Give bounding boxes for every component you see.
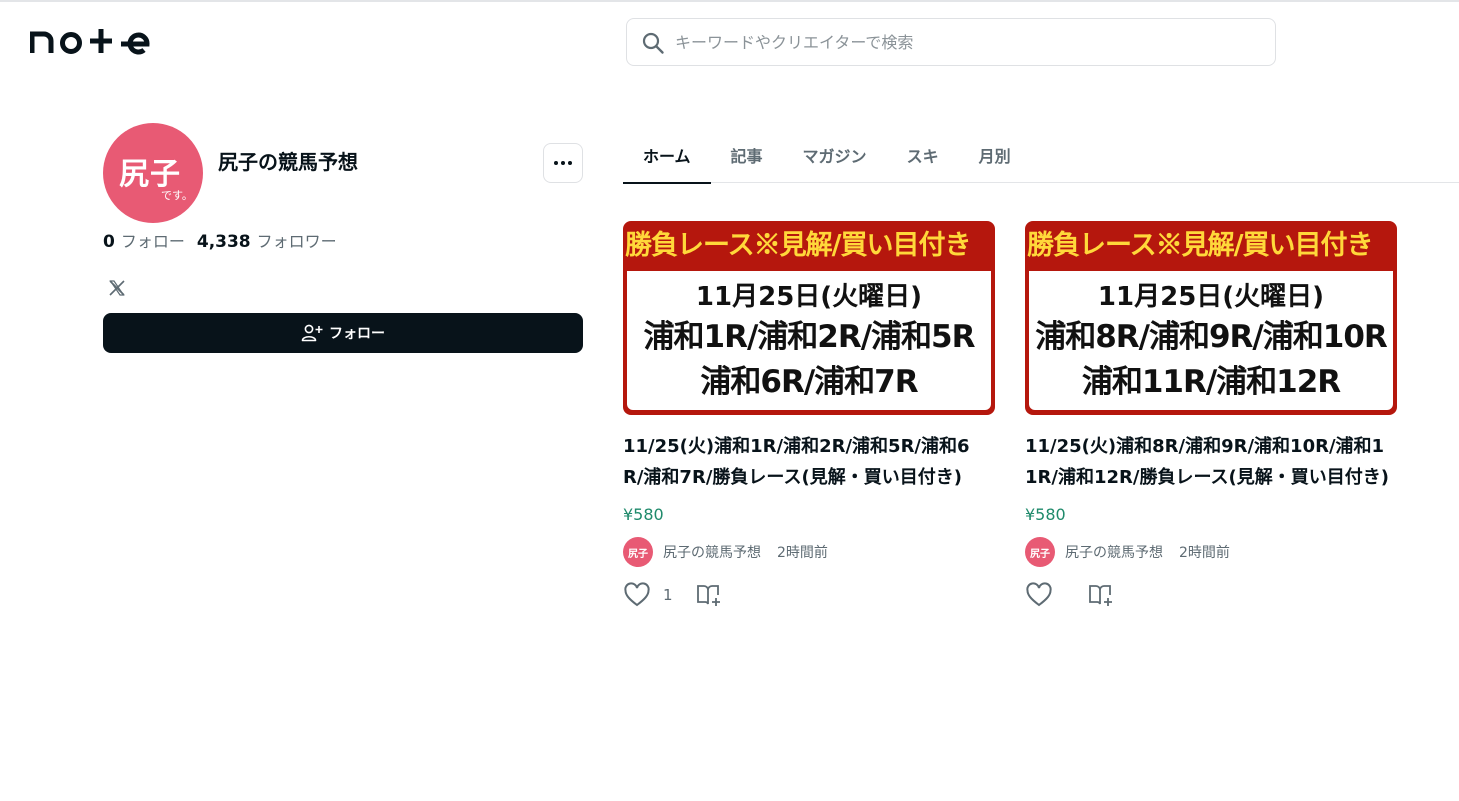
thumbnail-races-1: 浦和1R/浦和2R/浦和5R [643, 319, 976, 355]
author-name[interactable]: 尻子の競馬予想 [1065, 542, 1163, 562]
article-actions: 1 [623, 580, 995, 610]
creator-name: 尻子の競馬予想 [218, 150, 358, 174]
publish-time: 2時間前 [1179, 545, 1230, 561]
like-button[interactable]: 1 [623, 582, 673, 608]
tab-articles[interactable]: 記事 [711, 128, 783, 183]
following-count[interactable]: 0 [103, 232, 115, 252]
more-dot [568, 161, 572, 165]
article-thumbnail[interactable]: 勝負レース※見解/買い目付き 11月25日(火曜日) 浦和8R/浦和9R/浦和1… [1025, 221, 1397, 415]
article-meta: 尻子 尻子の競馬予想 2時間前 [623, 536, 995, 568]
author-avatar[interactable]: 尻子 [623, 537, 653, 567]
thumbnail-date: 11月25日(火曜日) [695, 282, 923, 312]
magazine-add-icon [696, 585, 720, 606]
more-options-button[interactable] [543, 143, 583, 183]
search-input[interactable] [675, 19, 1265, 65]
note-logo-icon [30, 29, 150, 55]
x-icon[interactable] [107, 278, 129, 300]
article-title[interactable]: 11/25(火)浦和8R/浦和9R/浦和10R/浦和11R/浦和12R/勝負レー… [1025, 431, 1391, 493]
thumbnail-races-2: 浦和6R/浦和7R [700, 364, 918, 400]
publish-time: 2時間前 [777, 545, 828, 561]
avatar-sub-text: です。 [161, 189, 193, 202]
thumbnail-banner: 勝負レース※見解/買い目付き [1027, 230, 1374, 261]
author-name[interactable]: 尻子の競馬予想 [663, 542, 761, 562]
article-actions [1025, 580, 1397, 610]
follow-counts: 0 フォロー 4,338 フォロワー [103, 228, 337, 252]
article-price: ¥580 [1025, 505, 1066, 524]
follow-button[interactable]: フォロー [103, 313, 583, 353]
add-to-magazine-button[interactable] [695, 582, 723, 608]
following-label[interactable]: フォロー [121, 228, 185, 252]
tab-likes[interactable]: スキ [887, 128, 959, 183]
like-count: 1 [663, 586, 673, 604]
search-icon [642, 32, 664, 54]
profile-tabs: ホーム 記事 マガジン スキ 月別 [623, 128, 1459, 184]
tab-monthly[interactable]: 月別 [959, 128, 1031, 183]
more-dot [561, 161, 565, 165]
thumbnail-body: 11月25日(火曜日) 浦和8R/浦和9R/浦和10R 浦和11R/浦和12R [1029, 271, 1393, 410]
follower-count[interactable]: 4,338 [197, 232, 251, 252]
article-thumbnail[interactable]: 勝負レース※見解/買い目付き 11月25日(火曜日) 浦和1R/浦和2R/浦和5… [623, 221, 995, 415]
heart-icon [1026, 582, 1052, 607]
add-user-icon [301, 324, 323, 342]
article-meta: 尻子 尻子の競馬予想 2時間前 [1025, 536, 1397, 568]
article-title[interactable]: 11/25(火)浦和1R/浦和2R/浦和5R/浦和6R/浦和7R/勝負レース(見… [623, 431, 989, 493]
thumbnail-date: 11月25日(火曜日) [1097, 282, 1325, 312]
author-avatar[interactable]: 尻子 [1025, 537, 1055, 567]
tab-home[interactable]: ホーム [623, 128, 711, 184]
top-border [0, 0, 1459, 2]
thumbnail-races-1: 浦和8R/浦和9R/浦和10R [1035, 319, 1388, 355]
creator-avatar[interactable]: 尻子 です。 [103, 123, 203, 223]
x-logo-icon [109, 280, 125, 296]
search-box[interactable] [626, 18, 1276, 66]
tab-magazines[interactable]: マガジン [783, 128, 887, 183]
thumbnail-banner: 勝負レース※見解/買い目付き [625, 230, 972, 261]
follower-label[interactable]: フォロワー [257, 228, 337, 252]
article-card[interactable]: 勝負レース※見解/買い目付き 11月25日(火曜日) 浦和1R/浦和2R/浦和5… [623, 221, 995, 610]
add-to-magazine-button[interactable] [1087, 582, 1115, 608]
like-button[interactable] [1025, 582, 1065, 608]
thumbnail-body: 11月25日(火曜日) 浦和1R/浦和2R/浦和5R 浦和6R/浦和7R [627, 271, 991, 410]
thumbnail-races-2: 浦和11R/浦和12R [1081, 364, 1341, 400]
note-logo[interactable] [30, 22, 154, 62]
article-card[interactable]: 勝負レース※見解/買い目付き 11月25日(火曜日) 浦和8R/浦和9R/浦和1… [1025, 221, 1397, 610]
magazine-add-icon [1089, 585, 1112, 606]
more-dot [554, 161, 558, 165]
article-price: ¥580 [623, 505, 664, 524]
follow-button-label: フォロー [329, 326, 385, 342]
heart-icon [624, 582, 650, 607]
